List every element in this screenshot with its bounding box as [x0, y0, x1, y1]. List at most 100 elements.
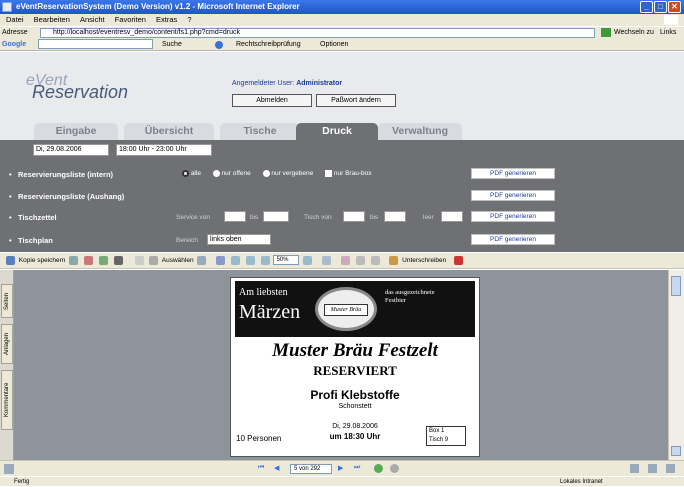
menu-extras[interactable]: Extras [156, 15, 177, 24]
globe-icon[interactable] [215, 41, 223, 49]
find-icon[interactable] [113, 255, 123, 265]
logout-button[interactable]: Abmelden [232, 94, 312, 107]
radio-vergebene-label: nur vergebene [271, 170, 314, 178]
table-from-input[interactable] [343, 211, 365, 222]
sign-icon[interactable] [389, 255, 399, 265]
row-label-aushang: Reservierungsliste (Aushang) [9, 192, 124, 201]
vertical-scrollbar[interactable] [668, 270, 684, 460]
menu-ansicht[interactable]: Ansicht [80, 15, 105, 24]
festzelt-title: Muster Bräu Festzelt [272, 340, 438, 361]
page-navigation: ⏮ ◀ 5 von 292 ▶ ⏭ [0, 460, 684, 476]
scroll-thumb[interactable] [671, 276, 681, 296]
google-search-button[interactable]: Suche [162, 38, 182, 51]
banner-right-text: das ausgezeichnete Festbier [385, 289, 435, 304]
zoom-in-icon[interactable] [303, 255, 313, 265]
radio-vergebene[interactable] [262, 170, 270, 177]
radio-alle[interactable] [182, 170, 189, 177]
window-title: eVentReservationSystem (Demo Version) v1… [16, 2, 300, 11]
google-logo: Google [2, 41, 27, 48]
save-copy-button[interactable]: Kopie speichern [19, 257, 66, 264]
back-view-icon[interactable] [374, 464, 383, 473]
service-to-input[interactable] [263, 211, 289, 222]
continuous-icon[interactable] [648, 464, 657, 473]
minimize-button[interactable]: _ [640, 1, 653, 13]
banner-left-line2: Märzen [239, 301, 301, 323]
pdf-button-aushang[interactable]: PDF generieren [471, 190, 555, 201]
select-tool-icon[interactable] [149, 255, 159, 265]
tab-tische[interactable]: Tische [220, 123, 300, 140]
facing-icon[interactable] [666, 464, 675, 473]
spellcheck-button[interactable]: Rechtschreibprüfung [236, 38, 301, 51]
page-number-input[interactable]: 5 von 292 [290, 464, 332, 474]
radio-offene[interactable] [212, 170, 220, 177]
pdf-button-intern[interactable]: PDF generieren [471, 168, 555, 179]
radio-alle-label: alle [190, 170, 201, 178]
email-icon[interactable] [84, 255, 94, 265]
adobe-icon[interactable] [454, 255, 464, 265]
menu-favoriten[interactable]: Favoriten [115, 15, 146, 24]
zoom-icon[interactable] [216, 255, 226, 265]
side-tab-comments[interactable]: Kommentare [1, 370, 13, 430]
actual-size-icon[interactable] [231, 255, 241, 265]
logged-in-user: Angemeldeter User: Administrator [232, 80, 342, 87]
select-button[interactable]: Auswählen [162, 257, 194, 264]
banner-left-line1: Am liebsten [239, 287, 288, 298]
fit-page-icon[interactable] [245, 255, 255, 265]
tab-eingabe[interactable]: Eingabe [34, 123, 118, 140]
close-button[interactable]: ✕ [668, 1, 681, 13]
table-from-label: Tisch von [304, 214, 332, 221]
menu-bearbeiten[interactable]: Bearbeiten [34, 15, 70, 24]
company-city: Schonstett [338, 403, 372, 410]
rotate-icon[interactable] [322, 255, 332, 265]
comment-icon[interactable] [340, 255, 350, 265]
checkbox-braubox-label: nur Brau-box [333, 170, 372, 178]
date-value: Di, 29.08.2006 [36, 146, 82, 153]
prev-page-icon[interactable]: ◀ [274, 464, 279, 472]
side-tab-attachments[interactable]: Anlagen [1, 324, 13, 364]
attach-icon[interactable] [370, 255, 380, 265]
tab-druck[interactable]: Druck [296, 123, 378, 140]
table-to-input[interactable] [384, 211, 406, 222]
area-select[interactable]: links oben [207, 234, 271, 245]
tab-verwaltung[interactable]: Verwaltung [378, 123, 462, 140]
forward-view-icon[interactable] [390, 464, 399, 473]
google-toolbar: Google Suche Rechtschreibprüfung Optione… [0, 38, 684, 51]
search-icon[interactable] [98, 255, 108, 265]
empty-input[interactable] [441, 211, 463, 222]
zoom-select[interactable]: 50% [273, 255, 300, 266]
zoom-out-icon[interactable] [260, 255, 270, 265]
service-from-input[interactable] [224, 211, 246, 222]
table-number: Tisch 9 [429, 437, 449, 443]
date-select[interactable]: Di, 29.08.2006 [33, 144, 109, 156]
save-copy-icon[interactable] [6, 255, 15, 265]
sign-button[interactable]: Unterschreiben [402, 257, 446, 264]
ie-icon [2, 2, 12, 12]
first-page-icon[interactable]: ⏮ [258, 464, 264, 472]
tab-uebersicht[interactable]: Übersicht [124, 123, 214, 140]
stamp-icon[interactable] [355, 255, 365, 265]
menu-datei[interactable]: Datei [6, 15, 24, 24]
address-label: Adresse [2, 29, 28, 36]
options-button[interactable]: Optionen [320, 38, 348, 51]
maximize-button[interactable]: □ [654, 1, 667, 13]
pdf-button-tischzettel[interactable]: PDF generieren [471, 211, 555, 222]
google-search-input[interactable] [38, 39, 153, 49]
snapshot-icon[interactable] [197, 255, 207, 265]
next-page-icon[interactable]: ▶ [338, 464, 343, 472]
checkbox-braubox[interactable] [325, 170, 333, 177]
last-page-icon[interactable]: ⏭ [354, 464, 360, 472]
menu-help[interactable]: ? [187, 15, 191, 24]
pdf-button-tischplan[interactable]: PDF generieren [471, 234, 555, 245]
single-page-icon[interactable] [630, 464, 639, 473]
url-input[interactable]: http://localhost/eventresv_demo/content/… [40, 28, 595, 38]
print-icon[interactable] [69, 255, 79, 265]
change-password-button[interactable]: Paßwort ändern [316, 94, 396, 107]
hand-tool-icon[interactable] [134, 255, 144, 265]
time-select[interactable]: 18:00 Uhr - 23:00 Uhr [116, 144, 212, 156]
go-arrow-icon[interactable] [601, 28, 611, 37]
side-tab-pages[interactable]: Seiten [1, 284, 13, 318]
status-bar: Fertig Lokales Intranet [0, 476, 684, 486]
scroll-down-button[interactable] [671, 446, 681, 456]
panel-toggle-icon[interactable] [4, 464, 14, 474]
pdf-side-panel: Seiten Anlagen Kommentare [0, 270, 14, 470]
